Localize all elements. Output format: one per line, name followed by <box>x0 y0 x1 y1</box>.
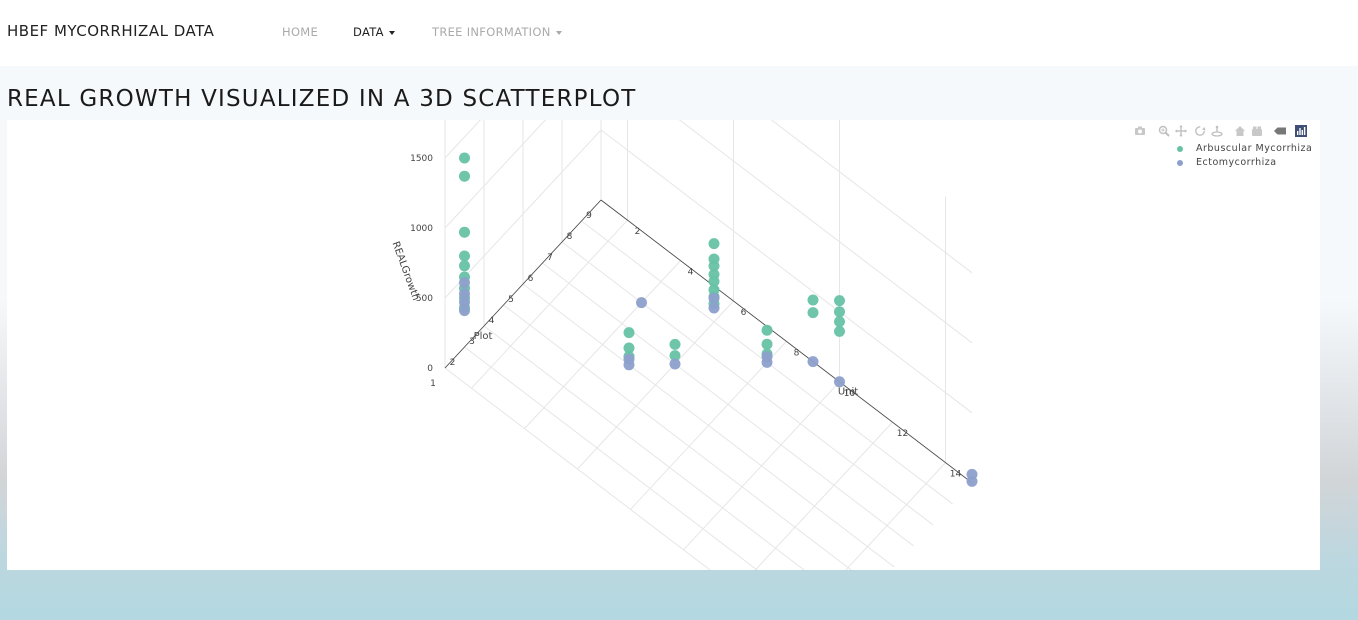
brand-title[interactable]: HBEF MYCORRHIZAL DATA <box>7 22 214 40</box>
arbuscular-point[interactable] <box>459 226 470 238</box>
grid-layer <box>444 120 973 570</box>
ecto-point[interactable] <box>708 292 720 304</box>
floor-gridline <box>561 241 934 526</box>
unit-tick-label: 2 <box>635 227 641 237</box>
page-title: REAL GROWTH VISUALIZED IN A 3D SCATTERPL… <box>7 86 637 112</box>
plot-tick-label: 7 <box>547 253 553 263</box>
nav-home[interactable]: HOME <box>282 25 318 39</box>
plot-tick-label: 9 <box>586 211 592 221</box>
unit-tick-label: 4 <box>688 268 694 278</box>
arbuscular-point[interactable] <box>807 307 819 319</box>
arbuscular-point[interactable] <box>807 294 819 306</box>
arbuscular-point[interactable] <box>459 152 470 164</box>
nav-data-dropdown[interactable]: DATA <box>353 25 395 39</box>
unit-tick-label: 14 <box>950 470 962 480</box>
growth-tick-label: 1500 <box>410 154 433 164</box>
nav-tree-information-dropdown[interactable]: TREE INFORMATION <box>432 25 562 39</box>
ecto-point[interactable] <box>708 302 720 314</box>
plot-container[interactable]: Arbuscular Mycorrhiza Ectomycorrhiza 123… <box>7 120 1320 570</box>
arbuscular-point[interactable] <box>834 325 845 337</box>
arbuscular-point[interactable] <box>761 324 773 336</box>
arbuscular-point[interactable] <box>834 306 845 318</box>
caret-down-icon <box>388 30 395 35</box>
ecto-point[interactable] <box>459 305 470 317</box>
plot-tick-label: 2 <box>450 358 456 368</box>
unit-axis-line <box>600 199 973 484</box>
plot-tick-label: 1 <box>430 379 436 389</box>
wall-gridline <box>444 199 973 484</box>
nav-tree-information-label: TREE INFORMATION <box>432 25 551 39</box>
arbuscular-point[interactable] <box>834 316 845 328</box>
unit-axis-title: Unit <box>838 387 858 398</box>
wall-gridline <box>444 120 973 344</box>
ecto-point[interactable] <box>807 356 819 368</box>
growth-axis-title: REALGrowth <box>390 240 421 302</box>
ecto-point[interactable] <box>459 277 470 289</box>
floor-gridline <box>542 262 914 547</box>
arbuscular-point[interactable] <box>669 338 681 350</box>
ecto-point[interactable] <box>669 358 681 370</box>
growth-tick-label: 1000 <box>410 224 433 234</box>
unit-tick-label: 6 <box>741 308 747 318</box>
plot-axis-title: Plot <box>474 331 493 342</box>
arbuscular-point[interactable] <box>459 260 470 272</box>
wall-gridline <box>444 129 973 414</box>
nav-data-label: DATA <box>353 25 384 39</box>
arbuscular-point[interactable] <box>459 170 470 182</box>
ecto-point[interactable] <box>623 359 635 371</box>
scatter3d-chart[interactable]: 1234567892468101214050010001500PlotUnitR… <box>7 120 1320 570</box>
plot-tick-label: 5 <box>508 295 514 305</box>
navbar: HBEF MYCORRHIZAL DATA HOME DATA TREE INF… <box>0 0 1358 66</box>
ecto-point[interactable] <box>636 297 647 309</box>
unit-tick-label: 8 <box>794 348 800 358</box>
ecto-point[interactable] <box>966 475 978 487</box>
floor-gridline <box>483 325 805 570</box>
growth-tick-label: 0 <box>427 364 433 374</box>
ecto-point[interactable] <box>834 376 845 388</box>
arbuscular-point[interactable] <box>761 338 773 350</box>
tick-layer: 1234567892468101214050010001500PlotUnitR… <box>390 154 962 480</box>
plot-tick-label: 8 <box>567 232 573 242</box>
arbuscular-point[interactable] <box>834 295 845 307</box>
plot-tick-label: 4 <box>489 316 495 326</box>
arbuscular-point[interactable] <box>708 238 720 250</box>
nav-home-label: HOME <box>282 25 319 39</box>
unit-tick-label: 12 <box>897 429 908 439</box>
plot-tick-label: 6 <box>528 274 534 284</box>
floor-gridline <box>444 367 711 570</box>
ecto-point[interactable] <box>761 356 773 368</box>
arbuscular-point[interactable] <box>459 250 470 262</box>
caret-down-icon <box>555 30 562 35</box>
arbuscular-point[interactable] <box>623 327 635 339</box>
